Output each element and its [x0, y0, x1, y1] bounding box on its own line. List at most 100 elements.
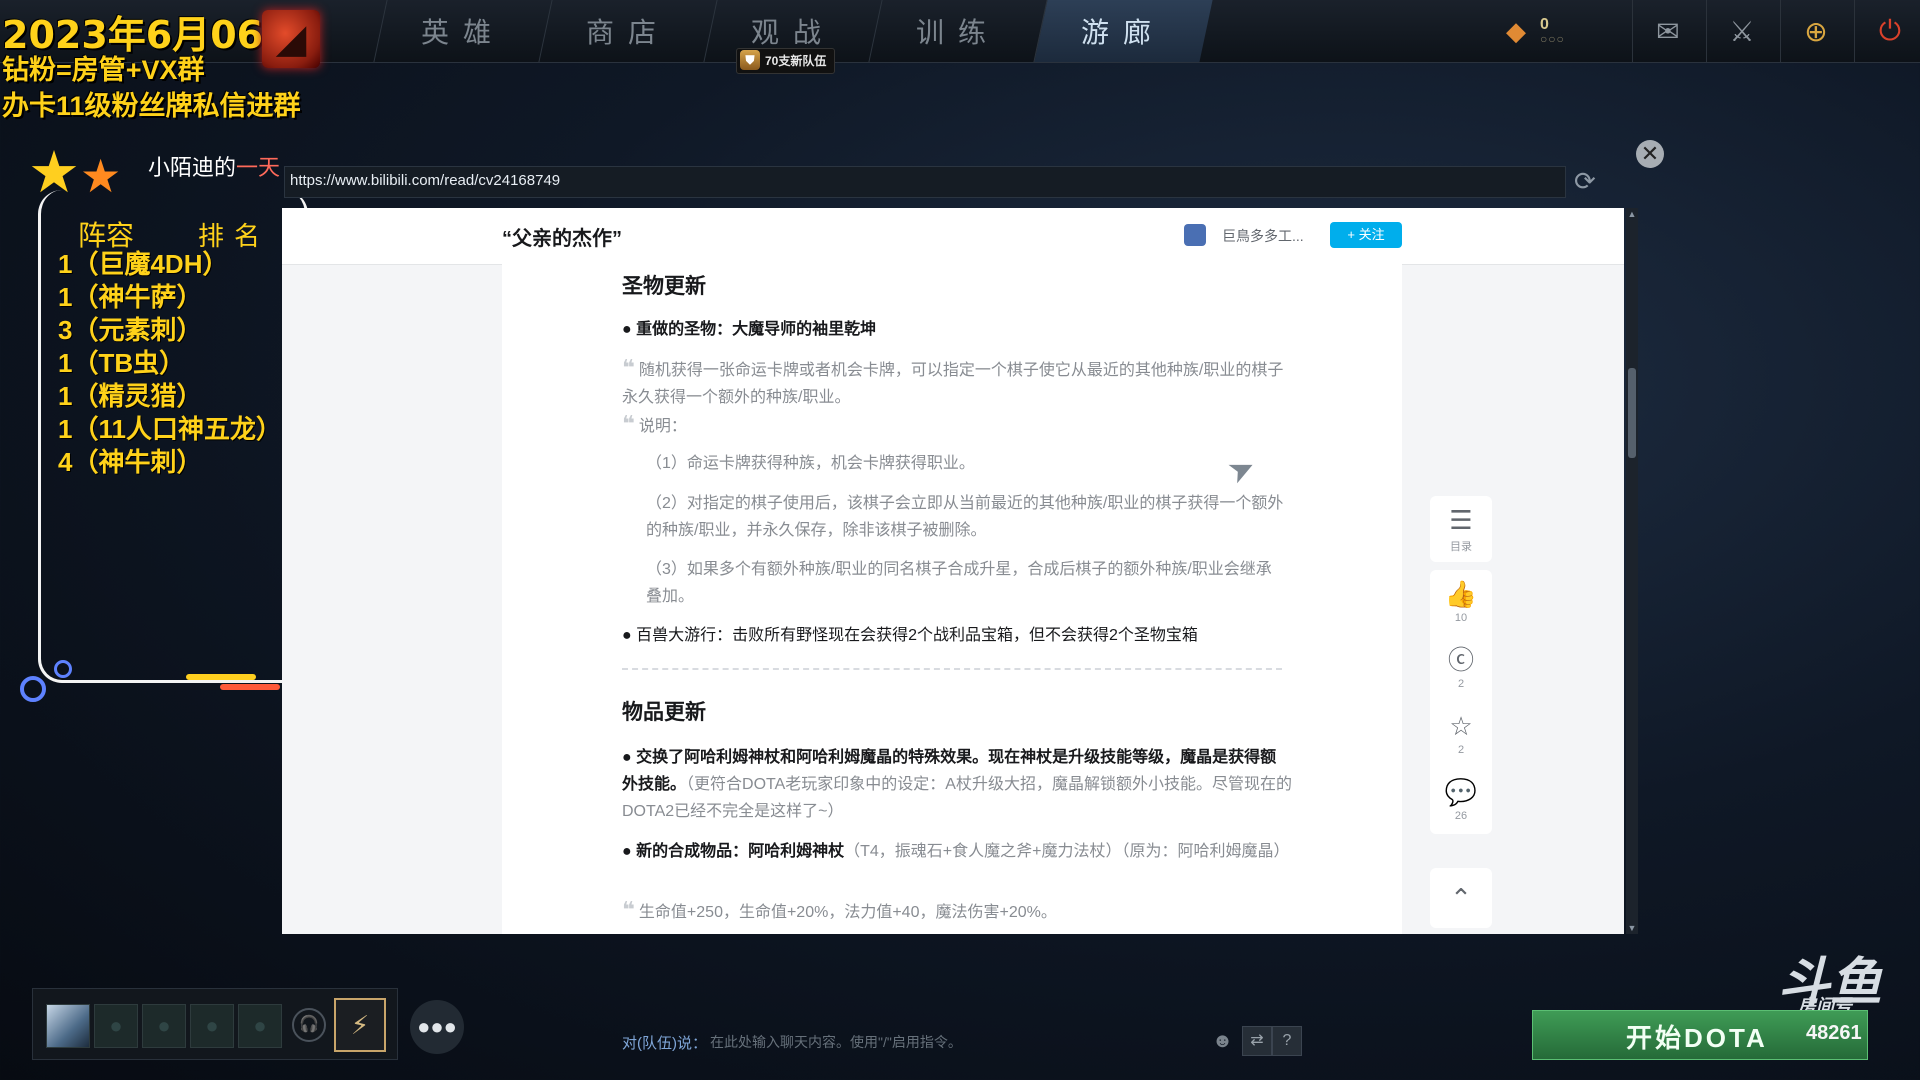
- dota-logo-icon: ◢: [262, 10, 320, 68]
- plus-icon[interactable]: ⊕: [1780, 0, 1851, 62]
- lineup-row: 3（元素刺）: [58, 315, 203, 345]
- quote-icon: ❝: [622, 355, 635, 380]
- page-title: “父亲的杰作”: [502, 228, 622, 250]
- coin-icon: ⓒ: [1447, 645, 1474, 675]
- shard-dots: ○○○: [1540, 32, 1565, 46]
- paragraph-note: （更符合DOTA老玩家印象中的设定：A杖升级大招，魔晶解锁额外小技能。尽管现在的…: [622, 776, 1292, 820]
- paragraph: ● 交换了阿哈利姆神杖和阿哈利姆魔晶的特殊效果。现在神杖是升级技能等级，魔晶是获…: [622, 744, 1292, 825]
- chat-channel-label[interactable]: 对(队伍)说：: [622, 1032, 707, 1053]
- avatar[interactable]: [1184, 224, 1206, 246]
- comment-button[interactable]: 💬 26: [1430, 768, 1492, 834]
- note-item: （1）命运卡牌获得种族，机会卡牌获得职业。: [646, 455, 975, 472]
- favorite-button[interactable]: ☆ 2: [1430, 702, 1492, 768]
- like-button[interactable]: 👍 10: [1430, 570, 1492, 636]
- party-slot[interactable]: ●: [142, 1004, 186, 1048]
- team-shield-icon: ⛊: [740, 50, 760, 70]
- party-slot[interactable]: ●: [190, 1004, 234, 1048]
- deco-circle: [20, 676, 46, 702]
- tab-heroes[interactable]: 英雄: [373, 0, 553, 62]
- paragraph-note: （T4，振魂石+食人魔之斧+魔力法杖）（原为：阿哈利姆魔晶）: [844, 843, 1290, 860]
- author-name[interactable]: 巨鳥多多工...: [1222, 226, 1304, 246]
- toc-panel[interactable]: ☰ 目录: [1430, 496, 1492, 562]
- streamer-suffix: 一天: [236, 156, 281, 181]
- lineup-list: 1（巨魔4DH） 1（神牛萨） 3（元素刺） 1（TB虫） 1（精灵猎） 1（1…: [58, 248, 282, 479]
- tab-label: 商店: [586, 16, 671, 49]
- scrollbar-thumb[interactable]: [1628, 368, 1636, 458]
- lineup-row: 1（TB虫）: [58, 348, 186, 378]
- tab-label: 英雄: [421, 16, 506, 49]
- voice-chat-icon[interactable]: 🎧: [292, 1008, 326, 1042]
- favorite-count: 2: [1457, 744, 1465, 756]
- quote-text: 说明：: [638, 418, 687, 435]
- follow-button[interactable]: + 关注: [1330, 222, 1402, 248]
- toc-button[interactable]: ☰ 目录: [1430, 496, 1492, 562]
- star-icon: ☆: [1449, 711, 1473, 741]
- lineup-row: 1（精灵猎）: [58, 381, 203, 411]
- note-item: （2）对指定的棋子使用后，该棋子会立即从当前最近的其他种族/职业的棋子获得一个额…: [646, 495, 1284, 539]
- paragraph: ● 新的合成物品：阿哈利姆神杖（T4，振魂石+食人魔之斧+魔力法杖）（原为：阿哈…: [622, 838, 1292, 865]
- team-badge-label: 70支新队伍: [765, 54, 827, 68]
- section-heading: 圣物更新: [622, 275, 706, 298]
- tab-learn[interactable]: 训练: [868, 0, 1048, 62]
- scrollbar[interactable]: ▲ ▼: [1626, 208, 1638, 934]
- overlay-line-2: 办卡11级粉丝牌私信进群: [2, 91, 301, 121]
- power-icon[interactable]: ⏻: [1854, 0, 1920, 62]
- mail-icon[interactable]: ✉: [1632, 0, 1703, 62]
- back-to-top[interactable]: ⌃: [1430, 868, 1492, 928]
- action-panel: 👍 10 ⓒ 2 ☆ 2 💬 26: [1430, 570, 1492, 834]
- article-header: “父亲的杰作” 巨鳥多多工... + 关注: [282, 208, 1624, 265]
- note-item: （3）如果多个有额外种族/职业的同名棋子合成升星，合成后棋子的额外种族/职业会继…: [646, 561, 1272, 605]
- like-count: 10: [1454, 612, 1468, 624]
- quote-block: ❝ 生命值+250，生命值+20%，法力值+40，魔法伤害+20%。: [622, 896, 1292, 926]
- party-slot[interactable]: ●: [238, 1004, 282, 1048]
- back-to-top-button[interactable]: ⌃: [1430, 868, 1492, 928]
- deco-bar: [220, 684, 280, 690]
- party-slot[interactable]: ●: [94, 1004, 138, 1048]
- tab-label: 游廊: [1081, 16, 1166, 49]
- lineup-row: 4（神牛刺）: [58, 447, 203, 477]
- deco-circle: [54, 660, 72, 678]
- scroll-up-icon[interactable]: ▲: [1626, 208, 1638, 220]
- comment-count: 26: [1454, 810, 1468, 822]
- person-icon: ●: [109, 1013, 123, 1038]
- scroll-down-icon[interactable]: ▼: [1626, 922, 1638, 934]
- deco-bar: [186, 674, 256, 680]
- quote-text: 生命值+250，生命值+20%，法力值+40，魔法伤害+20%。: [638, 904, 1057, 921]
- party-slot-self[interactable]: [46, 1004, 90, 1048]
- emoji-icon[interactable]: ☻: [1212, 1030, 1233, 1053]
- person-icon: ●: [157, 1013, 171, 1038]
- shard-icon[interactable]: ◆: [1506, 16, 1526, 47]
- paragraph: ● 重做的圣物：大魔导师的袖里乾坤: [622, 321, 877, 338]
- tab-store[interactable]: 商店: [538, 0, 718, 62]
- overlay-line-1: 钻粉=房管+VX群: [2, 55, 205, 85]
- comment-icon: 💬: [1444, 777, 1478, 807]
- streamer-prefix: 小陌迪的: [148, 156, 237, 181]
- tab-label: 训练: [916, 16, 1001, 49]
- lineup-row: 1（11人口神五龙）: [58, 414, 282, 444]
- coin-button[interactable]: ⓒ 2: [1430, 636, 1492, 702]
- play-dota-label: 开始DOTA: [1626, 1023, 1768, 1053]
- quote-block: ❝ 说明：: [622, 410, 1292, 440]
- article-body: 圣物更新 ● 重做的圣物：大魔导师的袖里乾坤 ❝ 随机获得一张命运卡牌或者机会卡牌…: [502, 264, 1402, 934]
- quote-icon: ❝: [622, 411, 635, 436]
- web-content[interactable]: “父亲的杰作” 巨鳥多多工... + 关注 圣物更新 ● 重做的圣物：大魔导师的…: [282, 208, 1624, 934]
- chat-popout-icon[interactable]: ⇄: [1242, 1026, 1272, 1056]
- group-icon[interactable]: ●●●: [410, 1000, 464, 1054]
- close-icon[interactable]: ✕: [1636, 140, 1664, 168]
- section-heading: 物品更新: [622, 701, 706, 724]
- url-text: https://www.bilibili.com/read/cv24168749: [290, 172, 561, 189]
- quote-icon: ❝: [622, 897, 635, 922]
- chevron-up-icon: ⌃: [1450, 883, 1472, 913]
- team-badge[interactable]: ⛊ 70支新队伍: [736, 48, 836, 74]
- toc-label: 目录: [1450, 541, 1472, 553]
- chat-input[interactable]: 在此处输入聊天内容。使用"/"启用指令。: [710, 1032, 1190, 1052]
- divider: [622, 668, 1282, 670]
- tab-arcade[interactable]: 游廊: [1033, 0, 1213, 62]
- toc-icon: ☰: [1449, 505, 1473, 535]
- armory-icon[interactable]: ⚔: [1706, 0, 1777, 62]
- help-button[interactable]: ?: [1272, 1026, 1302, 1056]
- quote-block: ❝ 随机获得一张命运卡牌或者机会卡牌，可以指定一个棋子使它从最近的其他种族/职业的…: [622, 354, 1292, 411]
- reload-icon[interactable]: ⟳: [1574, 166, 1596, 197]
- lineup-row: 1（巨魔4DH）: [58, 249, 229, 279]
- rank-medal-icon[interactable]: ⚡: [334, 998, 386, 1052]
